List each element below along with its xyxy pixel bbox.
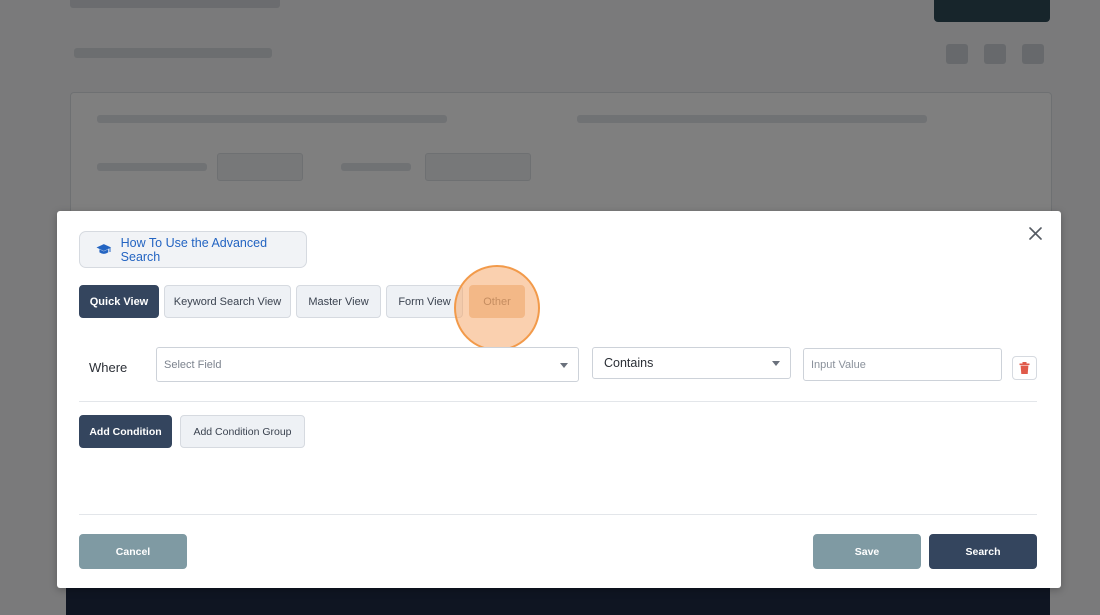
help-button-label: How To Use the Advanced Search	[120, 235, 268, 264]
where-label: Where	[89, 360, 128, 375]
caret-down-icon	[772, 361, 780, 366]
advanced-search-modal: How To Use the Advanced Search Quick Vie…	[57, 211, 1061, 588]
close-button[interactable]	[1025, 223, 1045, 243]
tab-label: Master View	[308, 295, 369, 308]
field-select[interactable]: Select Field	[156, 347, 579, 382]
button-label: Cancel	[115, 545, 151, 558]
tab-label: Form View	[398, 295, 451, 308]
delete-condition-button[interactable]	[1012, 356, 1037, 380]
caret-down-icon	[560, 362, 568, 368]
trash-icon	[1019, 362, 1030, 374]
tab-other[interactable]: Other	[469, 285, 525, 318]
add-condition-group-button[interactable]: Add Condition Group	[180, 415, 305, 448]
divider	[79, 401, 1037, 402]
button-label: Add Condition	[89, 425, 162, 438]
button-label: Save	[854, 545, 880, 558]
condition-value-input[interactable]	[803, 348, 1002, 381]
tab-label: Quick View	[89, 295, 149, 308]
button-label: Add Condition Group	[193, 425, 292, 438]
close-icon	[1028, 226, 1042, 240]
tab-label: Other	[483, 295, 511, 308]
operator-select-value: Contains	[604, 356, 654, 370]
save-button[interactable]: Save	[813, 534, 921, 569]
graduation-cap-icon	[96, 244, 112, 254]
tab-form-view[interactable]: Form View	[386, 285, 463, 318]
field-select-placeholder: Select Field	[164, 358, 222, 371]
search-button[interactable]: Search	[929, 534, 1037, 569]
add-condition-button[interactable]: Add Condition	[79, 415, 172, 448]
tab-master-view[interactable]: Master View	[296, 285, 381, 318]
how-to-use-advanced-search-button[interactable]: How To Use the Advanced Search	[79, 231, 307, 268]
divider	[79, 514, 1037, 515]
cancel-button[interactable]: Cancel	[79, 534, 187, 569]
button-label: Search	[965, 545, 1001, 558]
tab-quick-view[interactable]: Quick View	[79, 285, 159, 318]
operator-select[interactable]: Contains	[592, 347, 791, 379]
tab-label: Keyword Search View	[173, 295, 282, 308]
tab-keyword-search-view[interactable]: Keyword Search View	[164, 285, 291, 318]
